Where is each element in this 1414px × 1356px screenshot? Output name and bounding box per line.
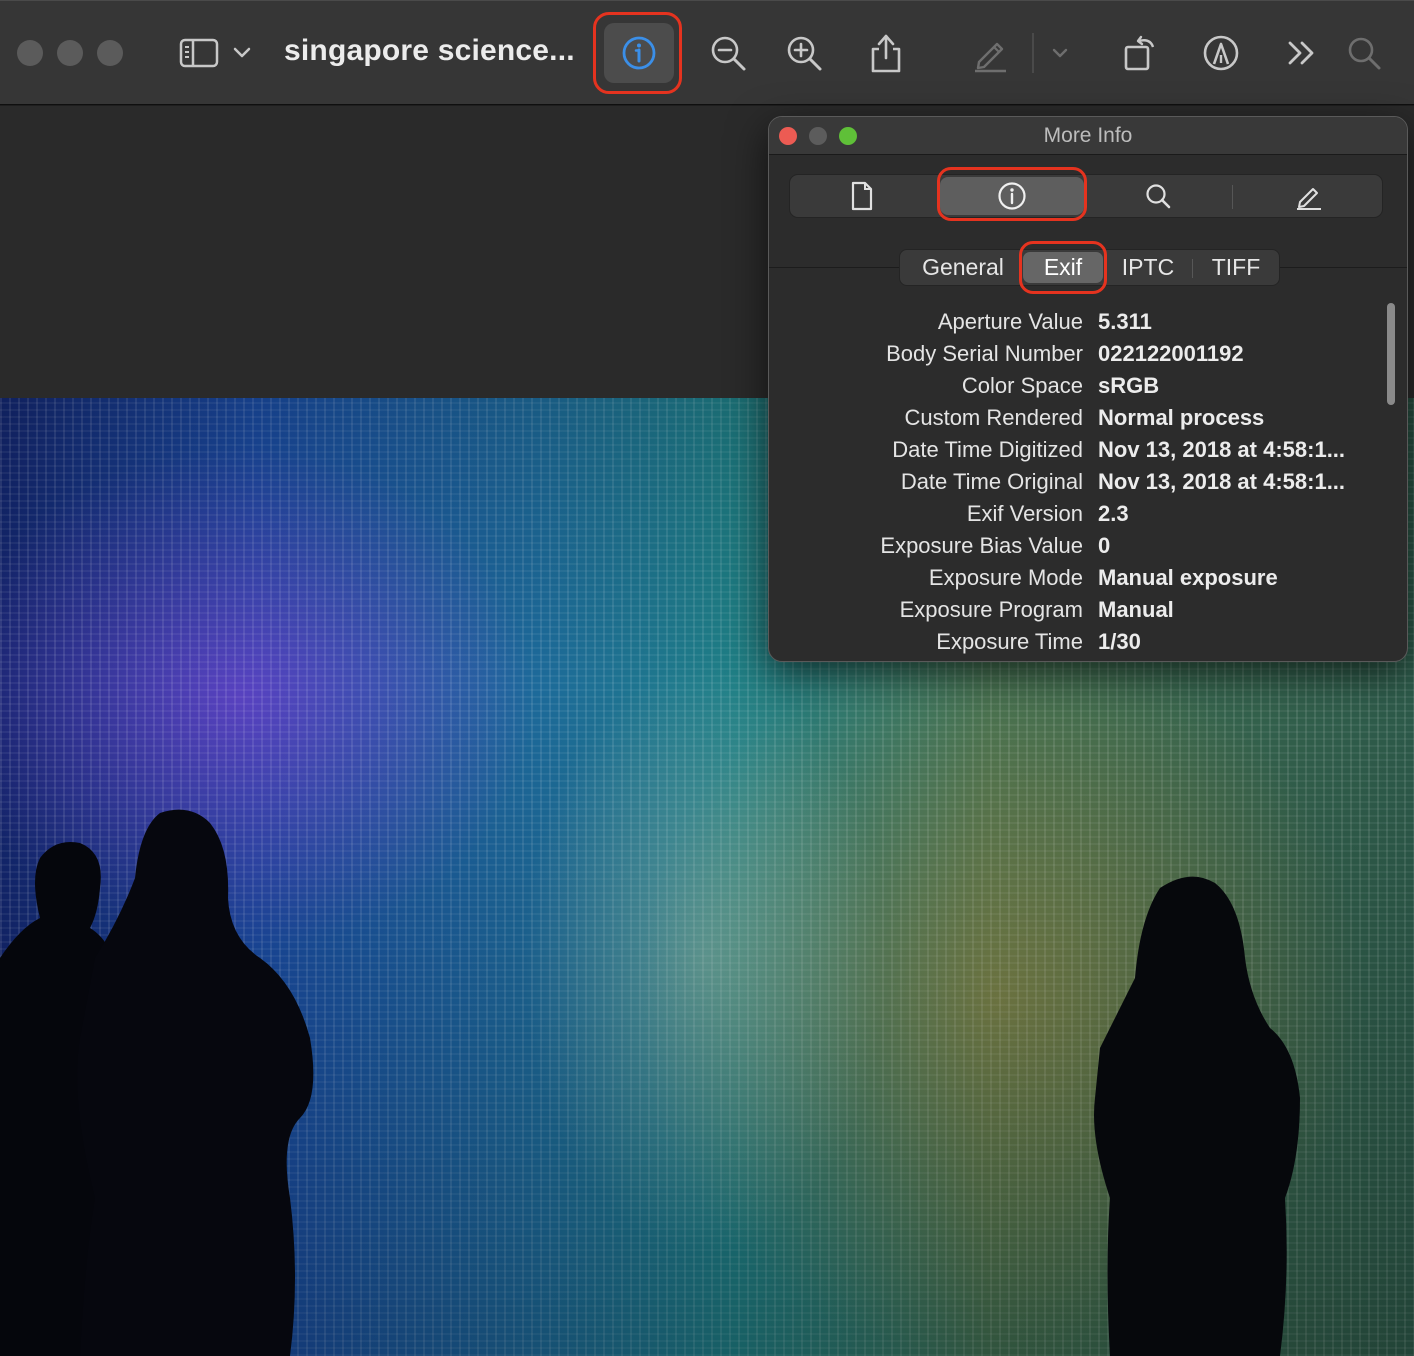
- zoom-out-icon[interactable]: [704, 29, 752, 77]
- property-value: sRGB: [1098, 373, 1160, 398]
- property-row: Exposure Bias Value 0: [769, 531, 1379, 563]
- property-row: Date Time Original Nov 13, 2018 at 4:58:1…: [769, 467, 1379, 499]
- property-value: Nov 13, 2018 at 4:58:1...: [1098, 437, 1346, 462]
- info-icon: [622, 36, 656, 70]
- property-row: Exposure Program Manual: [769, 595, 1379, 627]
- annotate-icon[interactable]: [1197, 29, 1245, 77]
- tab-general[interactable]: General: [906, 250, 1020, 285]
- zoom-in-icon[interactable]: [780, 29, 828, 77]
- property-value: Manual exposure: [1098, 565, 1278, 590]
- search-icon: [1146, 184, 1171, 209]
- close-window-button[interactable]: [17, 40, 43, 66]
- scrollbar-thumb[interactable]: [1387, 303, 1395, 405]
- zoom-window-button[interactable]: [97, 40, 123, 66]
- property-row: Aperture Value 5.311: [769, 307, 1379, 339]
- property-key: Exposure Mode: [928, 565, 1083, 590]
- property-value: 0: [1098, 533, 1111, 558]
- property-value: Manual: [1098, 597, 1174, 622]
- property-key: Date Time Digitized: [892, 437, 1083, 462]
- markup-pen-icon[interactable]: [966, 29, 1014, 77]
- document-title[interactable]: singapore science...: [284, 34, 575, 68]
- tab-exif[interactable]: Exif: [1023, 252, 1103, 283]
- search-inspector-tab[interactable]: [1086, 175, 1230, 217]
- property-value: Normal process: [1098, 405, 1265, 430]
- rotate-icon[interactable]: [1116, 29, 1164, 77]
- minimize-window-button[interactable]: [57, 40, 83, 66]
- panel-titlebar[interactable]: More Info: [769, 117, 1407, 155]
- property-row: Date Time Digitized Nov 13, 2018 at 4:58:…: [769, 435, 1379, 467]
- property-value: 1/30: [1098, 629, 1141, 654]
- property-key: Exif Version: [966, 501, 1083, 526]
- info-inspector-tab[interactable]: [940, 177, 1084, 215]
- property-value: 2.3: [1098, 501, 1129, 526]
- property-key: Body Serial Number: [886, 341, 1083, 366]
- more-info-panel: More Info General Exif IPTC TIFF Apertur…: [768, 116, 1408, 662]
- pen-icon: [1297, 188, 1321, 210]
- property-row: Custom Rendered Normal process: [769, 403, 1379, 435]
- property-key: Exposure Program: [899, 597, 1083, 622]
- inspector-segmented-control: [789, 174, 1383, 218]
- property-key: Aperture Value: [937, 309, 1083, 334]
- properties-scrollbar[interactable]: [1384, 299, 1398, 659]
- tab-divider: [1192, 259, 1193, 278]
- info-button[interactable]: [604, 23, 674, 83]
- toolbar-separator: [1032, 33, 1034, 73]
- property-key: Color Space: [961, 373, 1083, 398]
- annotations-inspector-tab[interactable]: [1236, 175, 1382, 217]
- toolbar: singapore science...: [0, 0, 1414, 105]
- segment-divider: [1232, 185, 1233, 209]
- metadata-tabs: General Exif IPTC TIFF: [899, 249, 1280, 286]
- property-value: 5.311: [1098, 309, 1152, 334]
- property-row: Color Space sRGB: [769, 371, 1379, 403]
- property-row: Body Serial Number 022122001192: [769, 339, 1379, 371]
- more-chevrons-icon[interactable]: [1278, 29, 1326, 77]
- property-row: Exposure Mode Manual exposure: [769, 563, 1379, 595]
- share-icon[interactable]: [862, 29, 910, 77]
- property-key: Date Time Original: [900, 469, 1083, 494]
- tab-tiff[interactable]: TIFF: [1194, 250, 1278, 285]
- property-key: Custom Rendered: [904, 405, 1083, 430]
- sidebar-icon[interactable]: [175, 29, 223, 77]
- property-key: Exposure Bias Value: [880, 533, 1083, 558]
- property-row: Exif Version 2.3: [769, 499, 1379, 531]
- property-key: Exposure Time: [936, 629, 1083, 654]
- property-row: Exposure Time 1/30: [769, 627, 1379, 659]
- property-value: Nov 13, 2018 at 4:58:1...: [1098, 469, 1346, 494]
- chevron-down-icon[interactable]: [220, 29, 264, 77]
- document-inspector-tab[interactable]: [790, 175, 934, 217]
- info-icon: [998, 182, 1026, 210]
- chevron-down-icon[interactable]: [1040, 29, 1080, 77]
- panel-title: More Info: [1043, 124, 1133, 147]
- property-value: 022122001192: [1098, 341, 1244, 366]
- tab-iptc[interactable]: IPTC: [1106, 250, 1190, 285]
- document-icon: [851, 181, 873, 211]
- search-icon[interactable]: [1340, 29, 1388, 77]
